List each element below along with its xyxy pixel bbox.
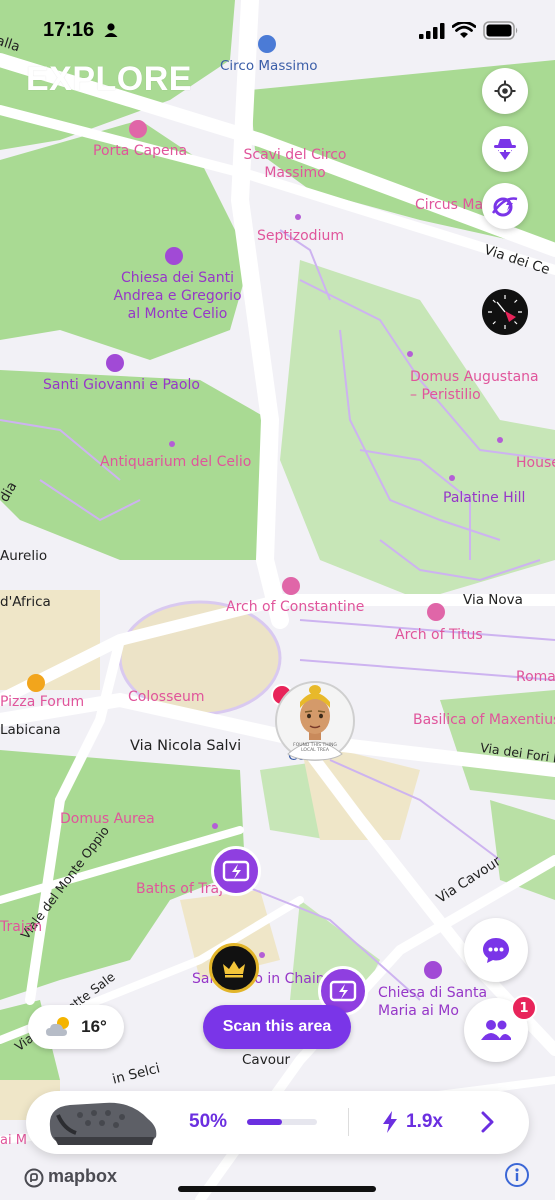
person-icon — [104, 23, 118, 37]
friends-badge: 1 — [511, 995, 537, 1021]
scan-area-button[interactable]: Scan this area — [203, 1005, 351, 1049]
info-button[interactable] — [505, 1163, 529, 1187]
map-label-arch-of-titus[interactable]: Arch of Titus — [395, 627, 483, 643]
lens-marker[interactable] — [211, 846, 261, 896]
wifi-icon — [452, 22, 476, 38]
friends-icon — [481, 1020, 511, 1040]
lens-bolt-icon — [329, 980, 357, 1002]
map-label-antiquarium[interactable]: Antiquarium del Celio — [100, 454, 251, 470]
crosshair-icon — [494, 80, 516, 102]
map-label-cavour: Cavour — [242, 1052, 291, 1068]
chat-button[interactable] — [464, 918, 528, 982]
map-label-domus-augustana[interactable]: Domus Augustana – Peristilio — [410, 368, 540, 404]
progress-track — [247, 1119, 317, 1125]
map-label-colosseum[interactable]: Colosseum — [128, 689, 205, 705]
compass-icon — [488, 295, 522, 329]
map-label-circus-ma[interactable]: Circus Ma — [415, 197, 483, 213]
locate-button[interactable] — [482, 68, 528, 114]
map-label-septizodium[interactable]: Septizodium — [257, 228, 344, 244]
map-label-trajan[interactable]: Trajan — [0, 919, 42, 935]
partly-cloudy-icon — [46, 1017, 70, 1036]
mapbox-logo-icon — [24, 1168, 44, 1188]
multiplier-label: 1.9x — [406, 1111, 443, 1132]
crown-icon — [223, 961, 245, 978]
planet-icon — [491, 197, 518, 217]
battery-icon — [483, 21, 518, 40]
signal-icon — [419, 23, 445, 39]
status-time: 17:16 — [43, 19, 95, 41]
chevron-right-icon[interactable] — [480, 1111, 494, 1133]
incognito-button[interactable] — [482, 126, 528, 172]
avatar-caption: FOUND THIS THING LOCAL TREA — [293, 743, 337, 753]
home-indicator — [178, 1186, 376, 1192]
temperature-label: 16° — [81, 1017, 107, 1036]
collection-progress-bar[interactable]: 50% 1.9x — [26, 1091, 529, 1154]
compass-button[interactable] — [482, 289, 528, 335]
clog-shoe-icon — [49, 1102, 157, 1145]
map-label-dafrica: d'Africa — [0, 594, 51, 610]
map-label-porta-capena[interactable]: Porta Capena — [93, 143, 187, 159]
lens-mode-button[interactable] — [482, 183, 528, 229]
progress-percent: 50% — [189, 1111, 228, 1132]
weather-chip[interactable]: 16° — [28, 1005, 124, 1049]
lens-bolt-icon — [222, 860, 250, 882]
status-bar: 17:16 — [0, 0, 555, 60]
progress-fill — [247, 1119, 282, 1125]
chat-bubble-icon — [483, 938, 509, 963]
map-label-arch-of-constantine[interactable]: Arch of Constantine — [226, 599, 364, 615]
map-label-scavi[interactable]: Scavi del Circo Massimo — [240, 146, 350, 182]
bolt-icon — [383, 1111, 397, 1133]
page-title: EXPLORE — [26, 60, 192, 98]
spy-icon — [494, 139, 516, 160]
map-label-roma[interactable]: Roma — [516, 669, 555, 685]
map-label-circo-massimo: Circo Massimo — [220, 58, 318, 74]
mapbox-logo: mapbox — [48, 1166, 118, 1186]
map-label-house[interactable]: House — [516, 455, 555, 471]
map-label-via-nova: Via Nova — [463, 592, 523, 608]
map-label-santi-giovanni[interactable]: Santi Giovanni e Paolo — [43, 377, 200, 393]
map-label-domus-aurea[interactable]: Domus Aurea — [60, 811, 155, 827]
avatar[interactable]: FOUND THIS THING LOCAL TREA — [274, 680, 356, 762]
divider — [348, 1108, 349, 1136]
map-label-basilica-maxentius[interactable]: Basilica of Maxentius — [413, 712, 555, 728]
map-label-pizza-forum[interactable]: Pizza Forum — [0, 694, 84, 710]
map-label-chiesa-santi-andrea[interactable]: Chiesa dei Santi Andrea e Gregorio al Mo… — [110, 269, 245, 323]
crown-marker[interactable] — [209, 943, 259, 993]
map-label-ai-m[interactable]: ai M — [0, 1133, 27, 1148]
map-label-palatine-hill[interactable]: Palatine Hill — [443, 490, 525, 506]
map-label-aurelio: Aurelio — [0, 548, 48, 564]
map-label-via-nicola-salvi: Via Nicola Salvi — [130, 738, 242, 754]
info-icon — [515, 1168, 519, 1181]
map-label-labicana: Labicana — [0, 722, 61, 738]
